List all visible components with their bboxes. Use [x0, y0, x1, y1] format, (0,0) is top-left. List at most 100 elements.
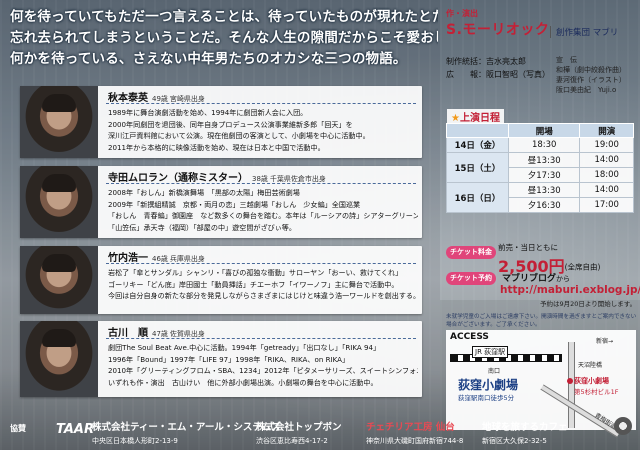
- bio-line: 2010年「グリーティングフロム・SBA、1234」2012年「ピタメーサリーズ…: [108, 366, 418, 376]
- cast-bio: 2008年「おしん」新橋演舞場 「黒部の太陽」梅田芸術劇場 2009年「新撰組精…: [108, 187, 418, 233]
- cast-card: 竹内浩一 46歳 兵庫県出身 岩松了「傘とサンダル」シャンリ・「喜びの孤独な衝動」サ…: [20, 246, 422, 314]
- blog-suffix: から: [556, 275, 571, 283]
- cast-photo: [20, 321, 98, 397]
- sponsor-address: 神奈川県大磯町国府新宿744-8: [366, 437, 464, 445]
- hair-shape: [42, 329, 76, 347]
- sponsor-item: 株式会社トップボン 渋谷区恵比寿西4-17-2: [256, 415, 342, 446]
- cast-bio: 劇団The Soul Beat Ave.中心に活動。1994年「getready…: [108, 342, 418, 388]
- blog-line: マブリブログから: [502, 271, 570, 284]
- dashed-divider: [106, 103, 416, 104]
- schedule-header-cell: 開演: [579, 123, 634, 138]
- sponsor-name: 地球を旅するカフェ: [482, 422, 568, 433]
- bio-line: ゴーリキー「どん底」岸田國士「動員挿話」チエーホフ「イワーノフ」主に舞台で活動中…: [108, 279, 399, 289]
- cast-card: 秋本泰英 49歳 宮崎県出身 1989年に舞台演劇活動を始め、1994年に劇団新人会…: [20, 86, 422, 158]
- bio-line: 「山笠伝」承天寺（福岡）「部屋の中」遊空間がざびぃ等。: [108, 222, 296, 232]
- schedule-title: ★上演日程: [447, 109, 504, 124]
- tagline: 何を待っていてもただ一つ言えることは、待っていたものが現れたとたんに待っていた時…: [10, 7, 438, 70]
- promo-line: 和樺（劇中絞殺作曲）: [556, 66, 626, 74]
- sponsor-item: チェチリア工房 仙台 神奈川県大磯町国府新宿744-8: [366, 415, 463, 446]
- schedule-header-row: 開場 開演: [446, 123, 634, 138]
- blog-url-link[interactable]: http://maburi.exblog.jp/: [500, 284, 640, 296]
- fine-print: 未就学児童のご入場はご遠慮下さい。開演時間を過ぎますとご案内できない場合がござい…: [446, 314, 637, 328]
- station-label: JR 荻窪駅: [472, 346, 509, 358]
- cast-photo: [20, 246, 98, 314]
- schedule-table: 開場 開演 14日（金） 18:30 19:00 15日（土） 昼13:30 1…: [446, 123, 634, 213]
- cast-card: 寺田ムロラン（通称ミスター） 38歳 千葉県佐倉市出身 2008年「おしん」新橋演舞…: [20, 166, 422, 238]
- cast-bio: 1989年に舞台演劇活動を始め、1994年に劇団新人会に入団。 2000年同劇団…: [108, 107, 418, 153]
- cast-name: 秋本泰英 49歳 宮崎県出身: [108, 89, 205, 104]
- cast-age: 49歳: [152, 95, 168, 103]
- bio-line: 1996年「Bound」1997年「LIFE 97」1998年「RIKA、RIK…: [108, 354, 350, 364]
- blog-title: マブリブログ: [502, 274, 557, 284]
- cast-origin: 兵庫県出身: [169, 255, 205, 263]
- cast-name: 竹内浩一 46歳 兵庫県出身: [108, 249, 205, 264]
- troupe-name: 創作集団 マブリ: [556, 28, 619, 38]
- cast-age: 46歳: [152, 255, 168, 263]
- staff-line: 制作統括：吉水亮太郎: [446, 57, 526, 66]
- globe-icon: [614, 417, 632, 435]
- schedule-header-cell: [446, 123, 509, 138]
- venue-marker-icon: [567, 378, 573, 384]
- promo-line: 宣 伝: [556, 56, 577, 64]
- cast-origin: 宮崎県出身: [169, 95, 205, 103]
- tagline-line: 何を待っていてもただ一つ言えることは、待っていたものが現れたとたんに待っていた時…: [10, 9, 438, 25]
- schedule-day: 15日（土）: [446, 152, 509, 183]
- divider: [550, 26, 551, 38]
- dashed-divider: [106, 263, 416, 264]
- schedule-row: 16日（日） 昼13:30 14:00: [446, 182, 634, 213]
- tagline-line: 忘れ去られてしまうということだ。そんな人生の隙間だからこそ愛おしい。: [10, 30, 438, 46]
- schedule-day: 16日（日）: [446, 182, 509, 213]
- schedule-open: 夕17:30: [507, 167, 581, 183]
- cast-photo: [20, 166, 98, 238]
- bio-line: 2008年「おしん」新橋演舞場 「黒部の太陽」梅田芸術劇場: [108, 188, 300, 197]
- reservation-note: 予約は9月20日より開始します。: [540, 300, 637, 308]
- schedule-start: 19:00: [579, 137, 634, 153]
- sponsor-item: 地球を旅するカフェ 新宿区大久保2-32-5: [482, 415, 568, 446]
- schedule-start: 17:00: [579, 197, 634, 213]
- ticket-reserve-label: チケット予約: [446, 272, 496, 285]
- sponsor-bar: 協賛 TAAR 株式会社ティー・エム・アール・システムズ 中央区日本橋人形町2-…: [0, 404, 640, 450]
- sponsor-name: 株式会社ティー・エム・アール・システムズ: [92, 422, 281, 433]
- sponsor-item: 株式会社ティー・エム・アール・システムズ 中央区日本橋人形町2-13-9: [92, 415, 281, 446]
- price-prefix: 前売・当日ともに: [498, 243, 558, 252]
- cast-name: 寺田ムロラン（通称ミスター） 38歳 千葉県佐倉市出身: [108, 169, 326, 184]
- dashed-divider: [106, 338, 416, 339]
- bio-line: 1989年に舞台演劇活動を始め、1994年に劇団新人会に入団。: [108, 108, 308, 117]
- bio-line: 岩松了「傘とサンダル」シャンリ・「喜びの孤独な衝動」サローヤン「おーい、救けてく…: [108, 268, 403, 277]
- venue-map-tag: 荻窪小劇場: [574, 377, 609, 385]
- sponsor-address: 新宿区大久保2-32-5: [482, 437, 547, 445]
- cast-name: 古川 順 47歳 佐賀県出身: [108, 324, 205, 339]
- bio-line: いずれも作・演出 古山けい 他に外部小劇場出演。小劇場の舞台を中心に活動中。: [108, 377, 378, 387]
- dashed-divider: [106, 183, 416, 184]
- cast-origin: 佐賀県出身: [169, 330, 205, 338]
- direction-label: 新宿→: [596, 338, 614, 345]
- sponsor-name: 株式会社トップボン: [256, 422, 342, 433]
- schedule-start: 14:00: [579, 152, 634, 168]
- sponsor-address: 渋谷区恵比寿西4-17-2: [256, 437, 328, 445]
- venue-address: 第5杉村ビル1F: [574, 388, 619, 396]
- promo-line: 阪口美由紀 Yuji.o: [556, 86, 617, 94]
- access-title: ACCESS: [450, 332, 489, 342]
- overpass-label: 天沼陸橋: [578, 362, 603, 369]
- hair-shape: [42, 174, 76, 192]
- bio-line: 今回は自分自身の新たな部分を発見しながらさまざまにはじけと味違う浩一ワールドを創…: [108, 291, 418, 301]
- hair-shape: [42, 254, 76, 272]
- venue-name: 荻窪小劇場: [458, 378, 519, 392]
- schedule-open: 18:30: [507, 137, 581, 153]
- schedule-day: 14日（金）: [446, 137, 509, 153]
- schedule-row: 14日（金） 18:30 19:00: [446, 137, 634, 153]
- bio-line: 「おしん 青春編」御園座 など数多くの舞台を踏む。本年は「ルーシアの詩」シアター…: [108, 211, 418, 221]
- sponsor-address: 中央区日本橋人形町2-13-9: [92, 437, 178, 445]
- promo-staff: 宣 伝 和樺（劇中絞殺作曲） 妻河復作（イラスト） 阪口美由紀 Yuji.o: [556, 55, 626, 95]
- schedule-start: 18:00: [579, 167, 634, 183]
- cast-age: 47歳: [152, 330, 168, 338]
- venue-distance: 荻窪駅南口徒歩5分: [458, 394, 515, 402]
- cast-age: 38歳: [252, 175, 268, 183]
- tagline-line: 何かを待っている、さえない中年男たちのオカシな三つの物語。: [10, 51, 407, 67]
- staff-line: 広 報：阪口智昭（写真）: [446, 70, 550, 79]
- cast-origin: 千葉県佐倉市出身: [269, 175, 326, 183]
- hair-shape: [42, 94, 76, 112]
- credit-role: 作・演出: [446, 9, 478, 18]
- schedule-open: 昼13:30: [507, 152, 581, 168]
- schedule-row: 15日（土） 昼13:30 14:00: [446, 152, 634, 183]
